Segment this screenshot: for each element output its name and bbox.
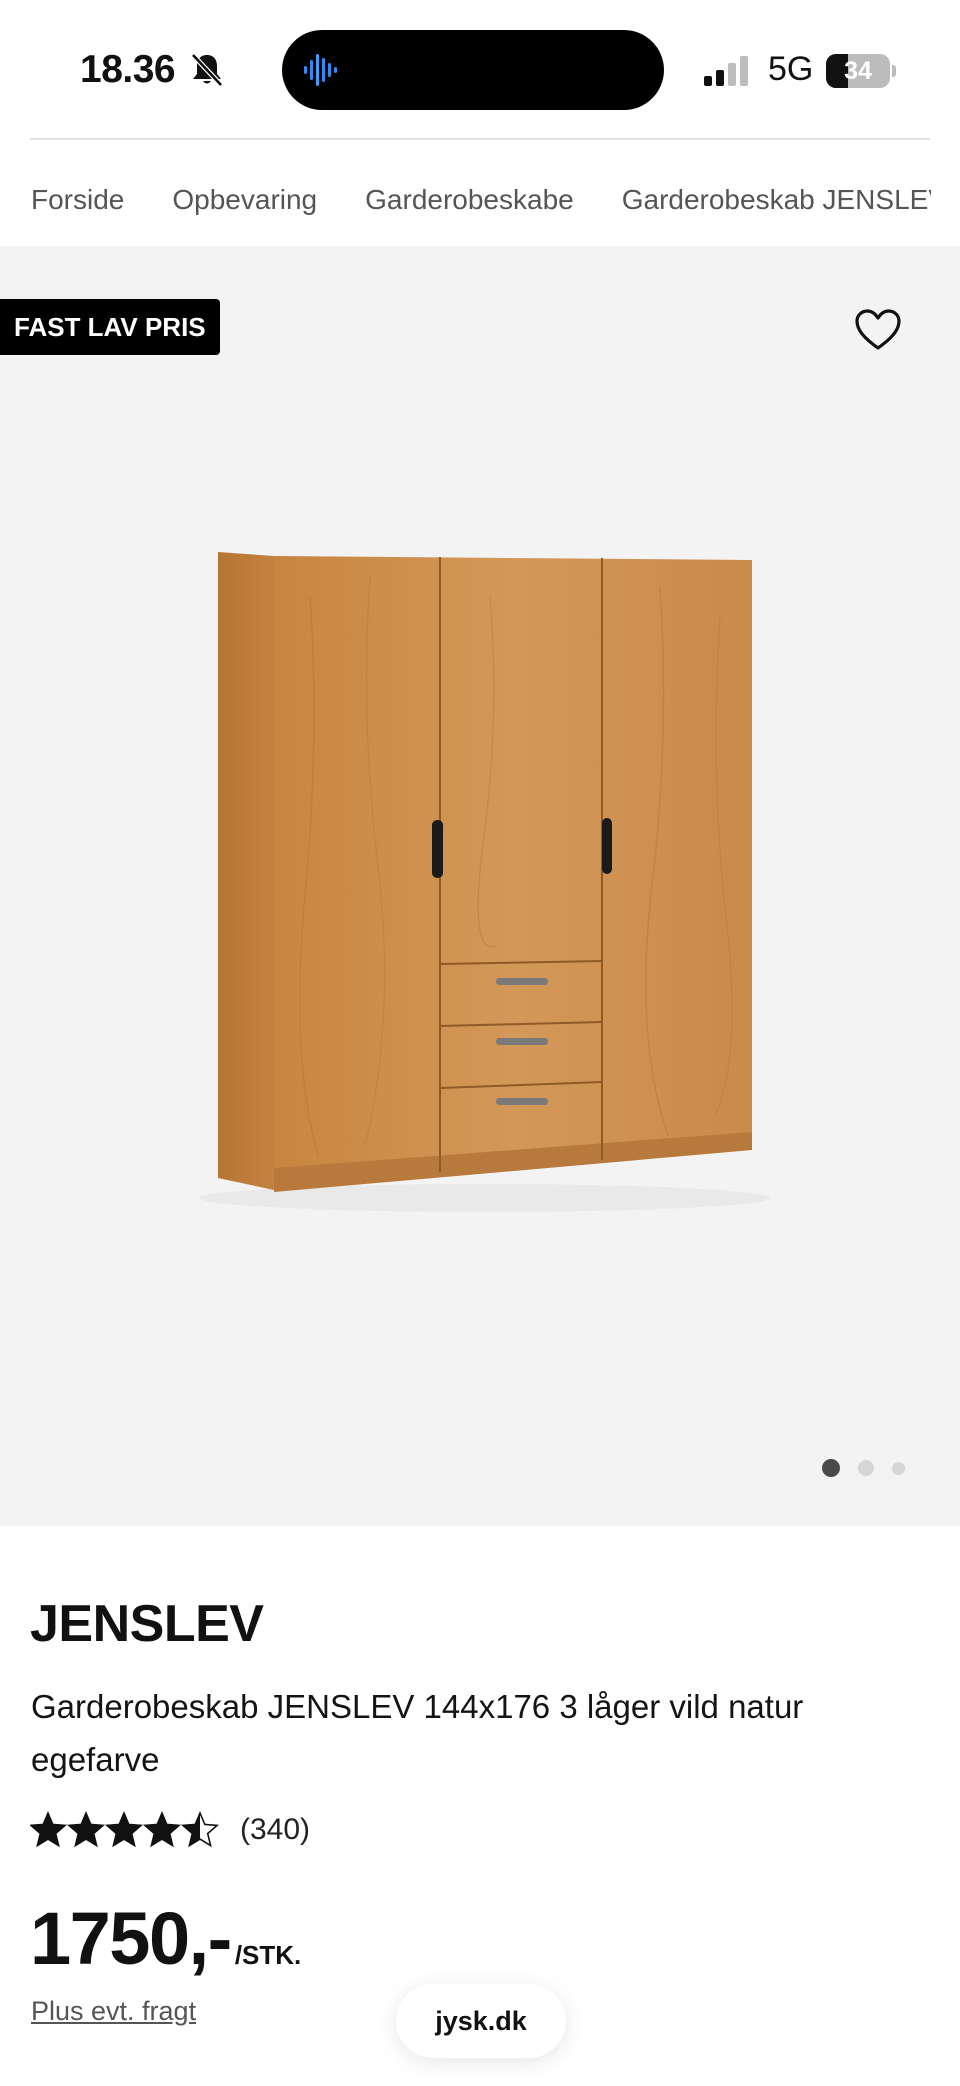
breadcrumb-item-forside[interactable]: Forside — [31, 184, 124, 216]
star-fill — [68, 1813, 104, 1846]
star-fill — [106, 1813, 142, 1846]
product-price: 1750,- /STK. — [30, 1896, 301, 1981]
battery-icon: 34 — [826, 54, 896, 88]
product-image — [200, 552, 770, 1212]
rating-count: (340) — [240, 1813, 311, 1846]
product-gallery[interactable]: FAST LAV PRIS — [0, 246, 960, 1526]
product-brand: JENSLEV — [30, 1595, 264, 1653]
price-badge: FAST LAV PRIS — [0, 299, 220, 355]
shipping-link[interactable]: Plus evt. fragt — [31, 1996, 196, 2027]
bell-muted-icon — [191, 53, 223, 87]
battery-level: 34 — [844, 57, 872, 85]
status-time: 18.36 — [80, 48, 176, 91]
price-value: 1750,- — [30, 1897, 232, 1980]
breadcrumb-item-garderobeskabe[interactable]: Garderobeskabe — [365, 184, 574, 216]
breadcrumb: Forside Opbevaring Garderobeskabe Garder… — [31, 180, 931, 220]
audio-wave-icon — [304, 54, 337, 86]
pagination-dot[interactable] — [892, 1461, 905, 1475]
breadcrumb-item-current: Garderobeskab JENSLEV 144x176 — [621, 184, 931, 215]
gallery-pagination — [822, 1456, 905, 1480]
star-fill — [30, 1813, 66, 1846]
header-divider — [30, 138, 930, 140]
product-rating[interactable]: (340) — [30, 1808, 310, 1852]
star-fill — [144, 1813, 180, 1846]
breadcrumb-item-opbevaring[interactable]: Opbevaring — [172, 184, 317, 216]
dynamic-island — [282, 30, 664, 110]
price-unit: /STK. — [234, 1940, 302, 1970]
product-title: Garderobeskab JENSLEV 144x176 3 låger vi… — [31, 1688, 804, 1778]
signal-strength-icon — [704, 56, 748, 86]
heart-outline-icon[interactable] — [854, 308, 902, 352]
status-bar: 18.36 5G 34 — [0, 0, 960, 140]
star-rating-icon — [30, 1810, 220, 1848]
pagination-dot[interactable] — [858, 1460, 874, 1476]
network-type: 5G — [768, 50, 814, 88]
pagination-dot[interactable] — [822, 1459, 840, 1477]
browser-url-pill[interactable]: jysk.dk — [396, 1984, 566, 2058]
